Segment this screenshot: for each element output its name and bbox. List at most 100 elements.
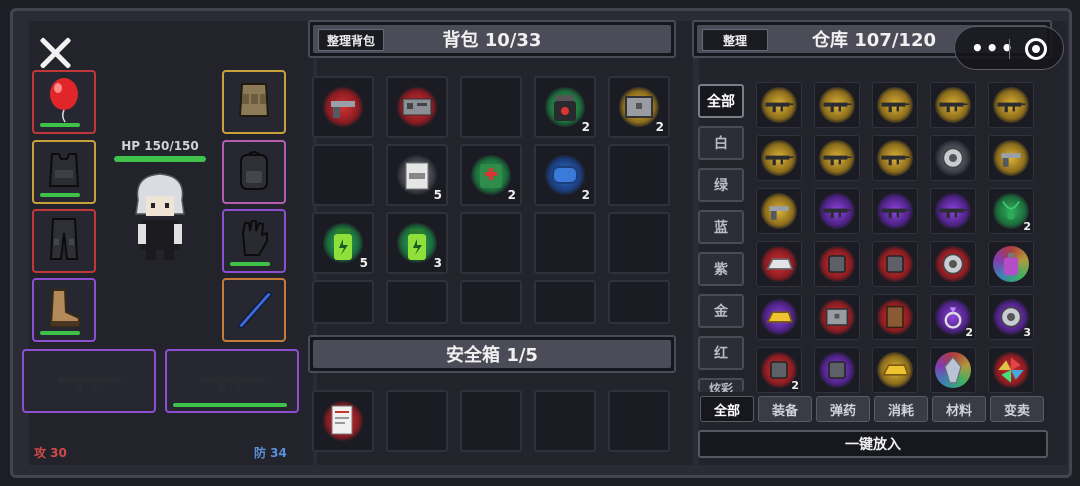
slot-gloves[interactable]	[222, 209, 286, 273]
category-tab[interactable]: 变卖	[990, 396, 1044, 422]
sort-warehouse-button[interactable]: 整理	[702, 29, 769, 51]
silver-bar-icon	[766, 258, 793, 270]
backpack-empty-slot[interactable]	[460, 212, 522, 274]
warehouse-item[interactable]: 2	[988, 188, 1034, 234]
smg-icon	[881, 155, 910, 166]
backpack-empty-slot[interactable]	[608, 212, 670, 274]
slot-backpack[interactable]	[222, 140, 286, 204]
safebox-empty-slot[interactable]	[386, 390, 448, 452]
warehouse-item[interactable]	[814, 82, 860, 128]
warehouse-item[interactable]	[930, 135, 976, 181]
rifle-icon	[823, 155, 852, 166]
backpack-empty-slot[interactable]	[460, 76, 522, 138]
warehouse-item[interactable]	[814, 241, 860, 287]
backpack-item[interactable]: 2	[534, 76, 596, 138]
backpack-empty-slot[interactable]	[608, 144, 670, 206]
backpack-item[interactable]: 5	[312, 212, 374, 274]
rarity-tab[interactable]: 蓝	[698, 210, 744, 244]
safebox-empty-slot[interactable]	[608, 390, 670, 452]
category-tab[interactable]: 全部	[700, 396, 754, 422]
warehouse-item[interactable]	[872, 135, 918, 181]
rifle-icon	[823, 102, 852, 113]
weapon-slot-secondary[interactable]	[165, 349, 299, 413]
rarity-tab[interactable]: 白	[698, 126, 744, 160]
potion-icon	[1003, 252, 1019, 276]
rifle-icon	[823, 208, 852, 219]
slot-balloon[interactable]	[32, 70, 96, 134]
warehouse-item[interactable]	[872, 294, 918, 340]
slot-tactical-vest[interactable]	[222, 70, 286, 134]
item-count: 2	[507, 188, 516, 202]
smg-icon	[939, 208, 968, 219]
warehouse-item[interactable]	[988, 241, 1034, 287]
warehouse-item[interactable]	[988, 82, 1034, 128]
leather-book-icon	[886, 305, 904, 329]
warehouse-item[interactable]	[814, 188, 860, 234]
backpack-empty-slot[interactable]	[312, 144, 374, 206]
rarity-tab[interactable]: 炫彩	[698, 378, 744, 392]
category-tab[interactable]: 消耗	[874, 396, 928, 422]
backpack-item[interactable]: 3	[386, 212, 448, 274]
category-tab[interactable]: 装备	[758, 396, 812, 422]
slot-boots[interactable]	[32, 278, 96, 342]
backpack-item[interactable]: 2	[460, 144, 522, 206]
slot-blade[interactable]	[222, 278, 286, 342]
warehouse-item[interactable]	[872, 347, 918, 393]
backpack-empty-slot[interactable]	[608, 280, 670, 324]
safebox-empty-slot[interactable]	[534, 390, 596, 452]
warehouse-item[interactable]	[756, 294, 802, 340]
warehouse-item[interactable]	[814, 347, 860, 393]
warehouse-item[interactable]	[988, 135, 1034, 181]
warehouse-item[interactable]: 2	[756, 347, 802, 393]
category-tab[interactable]: 材料	[932, 396, 986, 422]
close-icon[interactable]	[38, 36, 72, 70]
backpack-empty-slot[interactable]	[312, 280, 374, 324]
weapon-slot-primary[interactable]	[22, 349, 156, 413]
miniprogram-capsule: •••	[954, 26, 1064, 70]
category-tab[interactable]: 弹药	[816, 396, 870, 422]
warehouse-item[interactable]	[756, 188, 802, 234]
warehouse-item[interactable]	[814, 135, 860, 181]
backpack-empty-slot[interactable]	[534, 212, 596, 274]
backpack-item[interactable]	[386, 76, 448, 138]
rarity-tab[interactable]: 金	[698, 294, 744, 328]
warehouse-item[interactable]	[930, 82, 976, 128]
slot-pants[interactable]	[32, 209, 96, 273]
rarity-tab[interactable]: 绿	[698, 168, 744, 202]
warehouse-item[interactable]: 2	[930, 294, 976, 340]
rarity-tab[interactable]: 紫	[698, 252, 744, 286]
warehouse-item[interactable]	[988, 347, 1034, 393]
durability-bar	[173, 403, 287, 407]
warehouse-item[interactable]	[930, 188, 976, 234]
warehouse-item[interactable]	[872, 241, 918, 287]
backpack-item[interactable]: 2	[608, 76, 670, 138]
warehouse-item[interactable]	[872, 188, 918, 234]
item-count: 5	[433, 188, 442, 202]
backpack-empty-slot[interactable]	[386, 280, 448, 324]
warehouse-item[interactable]: 3	[988, 294, 1034, 340]
backpack-empty-slot[interactable]	[534, 280, 596, 324]
safebox-item[interactable]	[312, 390, 374, 452]
safebox-empty-slot[interactable]	[460, 390, 522, 452]
exit-target-icon[interactable]	[1025, 38, 1047, 60]
defense-stat: 防 34	[254, 446, 287, 460]
warehouse-item[interactable]	[756, 135, 802, 181]
deposit-all-button[interactable]: 一键放入	[698, 430, 1048, 458]
warehouse-item[interactable]	[930, 241, 976, 287]
sniper-icon	[765, 155, 794, 166]
warehouse-item[interactable]	[756, 82, 802, 128]
backpack-item[interactable]	[312, 76, 374, 138]
warehouse-item[interactable]	[872, 82, 918, 128]
slot-body-armor[interactable]	[32, 140, 96, 204]
rarity-tab[interactable]: 全部	[698, 84, 744, 118]
rarity-tab[interactable]: 红	[698, 336, 744, 370]
warehouse-item[interactable]	[814, 294, 860, 340]
backpack-empty-slot[interactable]	[460, 280, 522, 324]
warehouse-item[interactable]	[756, 241, 802, 287]
warehouse-item[interactable]	[930, 347, 976, 393]
gold-bar-icon	[882, 364, 909, 376]
backpack-item[interactable]: 5	[386, 144, 448, 206]
backpack-item[interactable]: 2	[534, 144, 596, 206]
first-aid-pouch-icon	[480, 164, 502, 188]
engine-part-icon	[886, 255, 904, 273]
